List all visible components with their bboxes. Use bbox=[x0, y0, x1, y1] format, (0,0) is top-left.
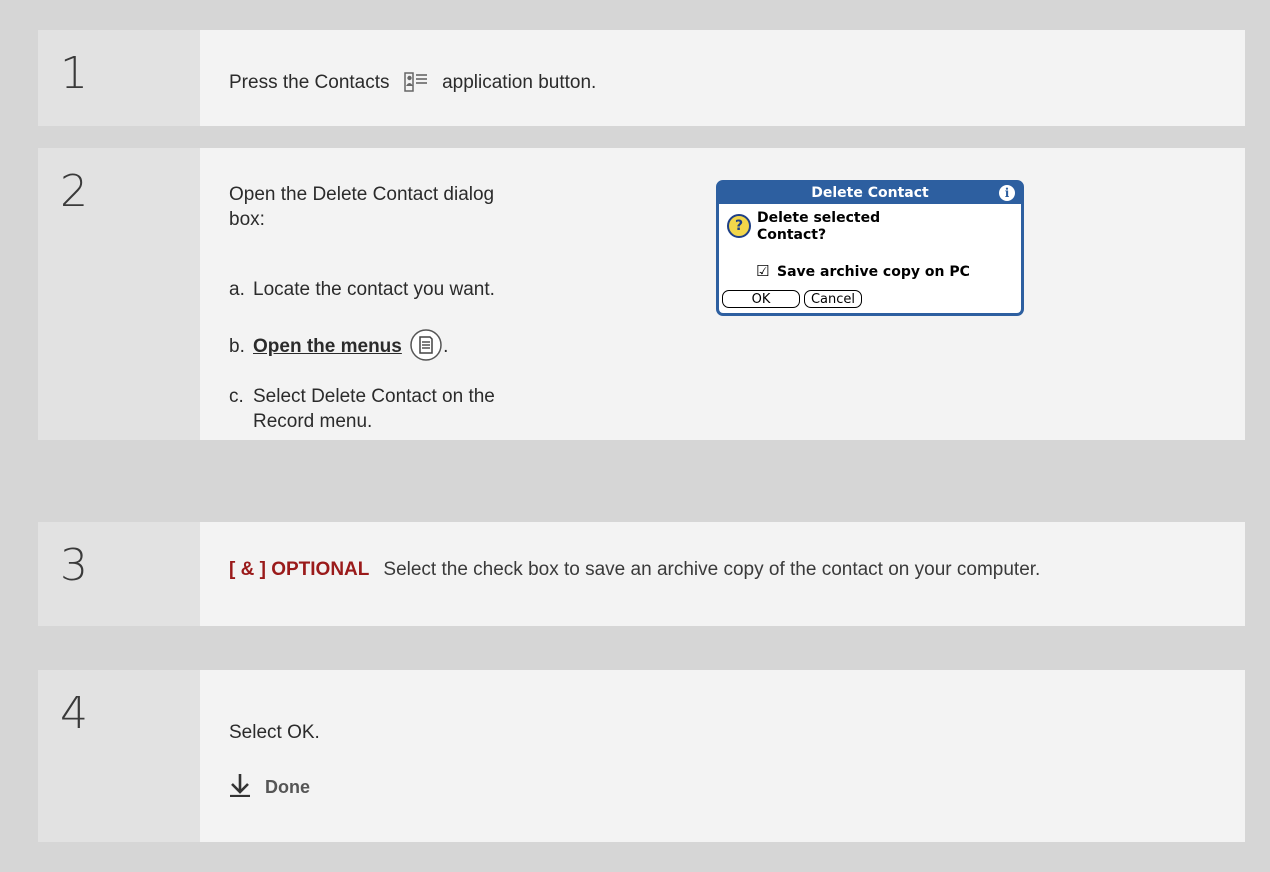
question-icon: ? bbox=[727, 214, 751, 238]
checkbox-label: Save archive copy on PC bbox=[777, 264, 970, 280]
step-2: 2 Open the Delete Contact dialog box: a.… bbox=[38, 148, 1245, 440]
step-content: Open the Delete Contact dialog box: a. Lo… bbox=[200, 148, 1245, 440]
delete-contact-dialog: Delete Contact i ? Delete selected Conta… bbox=[716, 180, 1024, 316]
step-content: [ & ] OPTIONAL Select the check box to sa… bbox=[200, 522, 1245, 626]
ok-button[interactable]: OK bbox=[722, 290, 800, 308]
step-3: 3 [ & ] OPTIONAL Select the check box to … bbox=[38, 522, 1245, 626]
archive-checkbox[interactable]: ☑ Save archive copy on PC bbox=[756, 259, 970, 285]
sub-text: Locate the contact you want. bbox=[253, 279, 495, 300]
info-icon[interactable]: i bbox=[999, 185, 1015, 201]
step-3-text: [ & ] OPTIONAL Select the check box to sa… bbox=[229, 557, 1229, 582]
sub-letter: a. bbox=[229, 279, 245, 300]
step-number: 3 bbox=[38, 522, 200, 626]
step-number: 1 bbox=[38, 30, 200, 126]
step-1-text: Press the Contacts application button. bbox=[229, 70, 596, 95]
step-3-body: Select the check box to save an archive … bbox=[383, 559, 1041, 580]
step-content: Select OK. Done bbox=[200, 670, 1245, 842]
step-number: 2 bbox=[38, 148, 200, 440]
step-1: 1 Press the Contacts application button. bbox=[38, 30, 1245, 126]
step-4-text: Select OK. bbox=[229, 722, 320, 743]
down-arrow-icon bbox=[229, 773, 251, 798]
done-label: Done bbox=[265, 777, 310, 797]
step-4: 4 Select OK. Done bbox=[38, 670, 1245, 842]
step-2-sub-c: c. Select Delete Contact on the Record me… bbox=[229, 384, 495, 434]
dialog-message-line: Delete selected bbox=[757, 210, 881, 226]
optional-tag: [ & ] OPTIONAL bbox=[229, 559, 370, 580]
open-menus-link[interactable]: Open the menus bbox=[253, 336, 402, 357]
cancel-button[interactable]: Cancel bbox=[804, 290, 862, 308]
checkbox-checked-icon[interactable]: ☑ bbox=[756, 259, 771, 284]
sub-text: Record menu. bbox=[253, 411, 373, 432]
step-content: Press the Contacts application button. bbox=[200, 30, 1245, 126]
step-number: 4 bbox=[38, 670, 200, 842]
step-1-text-after: application button. bbox=[442, 72, 597, 93]
step-2-sub-b: b. Open the menus . bbox=[229, 328, 448, 362]
step-2-intro: Open the Delete Contact dialog box: bbox=[229, 184, 495, 230]
sub-text: . bbox=[443, 336, 449, 357]
sub-text: Select Delete Contact on the bbox=[253, 386, 495, 407]
contacts-app-icon bbox=[403, 70, 429, 94]
dialog-message-line: Contact? bbox=[757, 227, 827, 243]
dialog-message: Delete selected Contact? bbox=[757, 210, 880, 244]
step-1-text-before: Press the Contacts bbox=[229, 72, 390, 93]
sub-letter: c. bbox=[229, 386, 244, 407]
dialog-title-bar: Delete Contact i bbox=[719, 183, 1021, 204]
done-marker: Done bbox=[229, 773, 310, 800]
step-2-sub-a: a. Locate the contact you want. bbox=[229, 277, 495, 302]
sub-letter: b. bbox=[229, 336, 245, 357]
dialog-title: Delete Contact bbox=[811, 185, 929, 201]
menu-button-icon bbox=[409, 328, 443, 362]
